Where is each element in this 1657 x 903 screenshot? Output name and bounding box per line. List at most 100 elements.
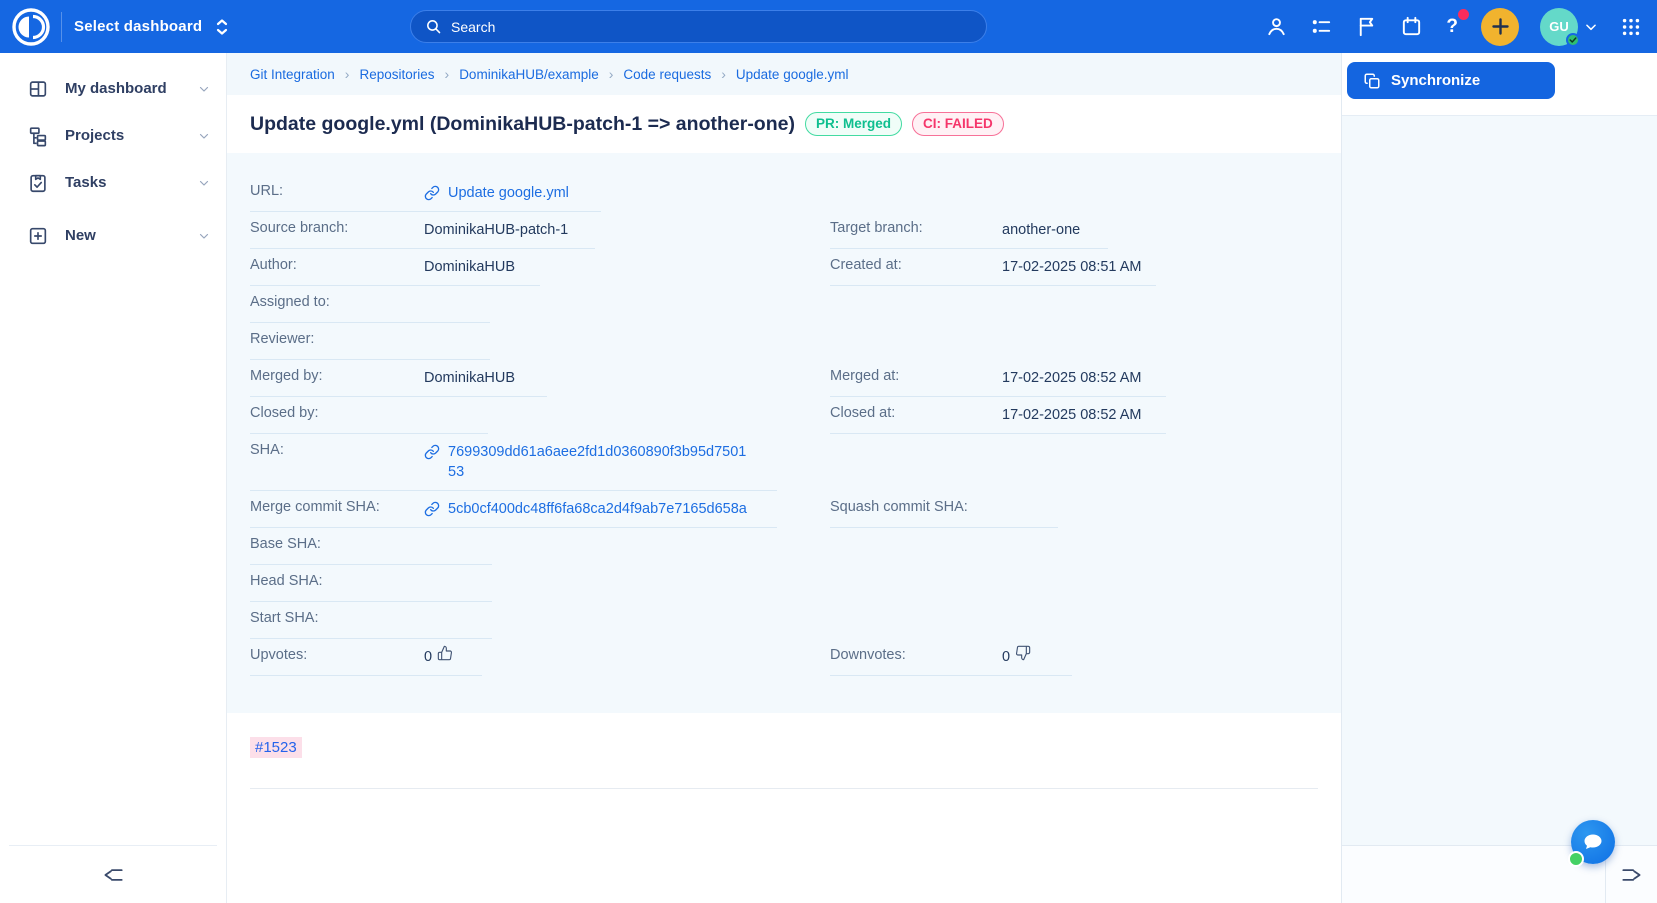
merge-commit-sha-label: Merge commit SHA: xyxy=(250,499,424,515)
target-branch-value: another-one xyxy=(1002,220,1080,240)
field-source-branch: Source branch: DominikaHUB-patch-1 xyxy=(250,212,595,249)
field-merged-by: Merged by: DominikaHUB xyxy=(250,360,547,397)
topbar: Select dashboard Search xyxy=(0,0,1657,53)
breadcrumb-current[interactable]: Update google.yml xyxy=(736,67,849,82)
app-logo[interactable] xyxy=(0,7,61,47)
tasks-icon xyxy=(27,172,49,194)
link-icon xyxy=(424,501,440,517)
author-value: DominikaHUB xyxy=(424,257,515,277)
projects-icon xyxy=(27,125,49,147)
sidebar-label: Projects xyxy=(65,127,198,144)
search-icon xyxy=(425,18,442,35)
main-content: Git Integration › Repositories › Dominik… xyxy=(227,53,1341,903)
flag-icon[interactable] xyxy=(1354,15,1378,39)
sidebar-label: Tasks xyxy=(65,174,198,191)
add-button[interactable] xyxy=(1481,8,1519,46)
right-panel-header: Synchronize xyxy=(1342,53,1657,115)
target-branch-label: Target branch: xyxy=(830,220,1002,236)
sidebar: My dashboard Projects Tasks xyxy=(0,53,227,903)
chevron-down-icon xyxy=(198,83,210,95)
thumbs-down-icon xyxy=(1015,645,1031,661)
created-at-value: 17-02-2025 08:51 AM xyxy=(1002,257,1141,277)
base-sha-label: Base SHA: xyxy=(250,536,424,552)
url-link[interactable]: Update google.yml xyxy=(424,183,569,203)
breadcrumb-separator: › xyxy=(445,66,450,82)
upvotes-value: 0 xyxy=(424,647,453,667)
pr-status-badge: PR: Merged xyxy=(805,112,902,136)
upvotes-label: Upvotes: xyxy=(250,647,424,663)
field-target-branch: Target branch: another-one xyxy=(830,212,1108,249)
breadcrumb-git-integration[interactable]: Git Integration xyxy=(250,67,335,82)
online-check-badge xyxy=(1566,33,1580,47)
user-menu[interactable]: GU xyxy=(1540,8,1598,46)
sidebar-item-new[interactable]: New xyxy=(0,212,226,259)
title-band: Update google.yml (DominikaHUB-patch-1 =… xyxy=(227,95,1341,153)
breadcrumb-repo[interactable]: DominikaHUB/example xyxy=(459,67,599,82)
downvotes-count: 0 xyxy=(1002,647,1010,667)
help-glyph: ? xyxy=(1446,16,1458,37)
checklist-icon[interactable] xyxy=(1309,15,1333,39)
footer-spacer xyxy=(1342,846,1605,903)
right-panel: Synchronize xyxy=(1341,53,1657,903)
logo-icon xyxy=(11,7,51,47)
sync-icon xyxy=(1363,72,1381,90)
breadcrumb-repositories[interactable]: Repositories xyxy=(359,67,434,82)
breadcrumb-separator: › xyxy=(345,66,350,82)
ci-status-badge: CI: FAILED xyxy=(912,112,1004,136)
sidebar-nav: My dashboard Projects Tasks xyxy=(0,53,226,845)
new-icon xyxy=(27,225,49,247)
breadcrumb-separator: › xyxy=(609,66,614,82)
sidebar-item-my-dashboard[interactable]: My dashboard xyxy=(0,65,226,112)
upvotes-count: 0 xyxy=(424,647,432,667)
apps-grid-icon[interactable] xyxy=(1619,15,1643,39)
notification-dot xyxy=(1458,9,1469,20)
search-input[interactable]: Search xyxy=(410,10,987,43)
issue-ref-link[interactable]: #1523 xyxy=(250,737,302,758)
chevron-down-icon[interactable] xyxy=(1584,20,1598,34)
sidebar-item-tasks[interactable]: Tasks xyxy=(0,159,226,206)
sort-chevrons-icon xyxy=(214,17,230,37)
merged-by-value: DominikaHUB xyxy=(424,368,515,388)
chat-online-dot xyxy=(1568,851,1584,867)
profile-icon[interactable] xyxy=(1264,15,1288,39)
dashboard-icon xyxy=(27,78,49,100)
breadcrumb-code-requests[interactable]: Code requests xyxy=(623,67,711,82)
field-author: Author: DominikaHUB xyxy=(250,249,540,286)
field-url: URL: Update google.yml xyxy=(250,175,601,212)
field-head-sha: Head SHA: xyxy=(250,565,492,602)
help-icon[interactable]: ? xyxy=(1444,16,1460,38)
field-start-sha: Start SHA: xyxy=(250,602,492,639)
field-squash-commit-sha: Squash commit SHA: xyxy=(830,491,1058,528)
sha-link[interactable]: 7699309dd61a6aee2fd1d0360890f3b95d750153 xyxy=(424,442,750,482)
breadcrumb: Git Integration › Repositories › Dominik… xyxy=(227,53,1341,95)
sidebar-label: My dashboard xyxy=(65,80,198,97)
field-merged-at: Merged at: 17-02-2025 08:52 AM xyxy=(830,360,1166,397)
calendar-icon[interactable] xyxy=(1399,15,1423,39)
chevron-down-icon xyxy=(198,177,210,189)
sidebar-item-projects[interactable]: Projects xyxy=(0,112,226,159)
code-request-details: URL: Update google.yml Source branch: Do… xyxy=(227,153,1341,713)
topbar-actions: ? GU xyxy=(1264,0,1643,53)
chat-icon xyxy=(1581,830,1605,854)
field-closed-by: Closed by: xyxy=(250,397,488,434)
source-branch-value: DominikaHUB-patch-1 xyxy=(424,220,568,240)
merge-commit-sha-link[interactable]: 5cb0cf400dc48ff6fa68ca2d4f9ab7e7165d658a xyxy=(424,499,747,519)
field-reviewer: Reviewer: xyxy=(250,323,490,360)
collapse-left-icon[interactable] xyxy=(100,862,126,888)
field-created-at: Created at: 17-02-2025 08:51 AM xyxy=(830,249,1156,286)
page-title: Update google.yml (DominikaHUB-patch-1 =… xyxy=(250,113,795,136)
description-section: #1523 xyxy=(227,713,1341,789)
field-upvotes: Upvotes: 0 xyxy=(250,639,482,676)
synchronize-label: Synchronize xyxy=(1391,72,1480,89)
expand-right-icon[interactable] xyxy=(1605,846,1657,903)
url-link-text: Update google.yml xyxy=(448,183,569,203)
author-label: Author: xyxy=(250,257,424,273)
merged-by-label: Merged by: xyxy=(250,368,424,384)
field-assigned-to: Assigned to: xyxy=(250,286,490,323)
plus-icon xyxy=(1491,17,1510,36)
closed-by-label: Closed by: xyxy=(250,405,424,421)
field-url-label: URL: xyxy=(250,183,424,199)
search-placeholder: Search xyxy=(451,19,495,35)
synchronize-button[interactable]: Synchronize xyxy=(1347,62,1555,99)
dashboard-selector[interactable]: Select dashboard xyxy=(74,17,230,37)
